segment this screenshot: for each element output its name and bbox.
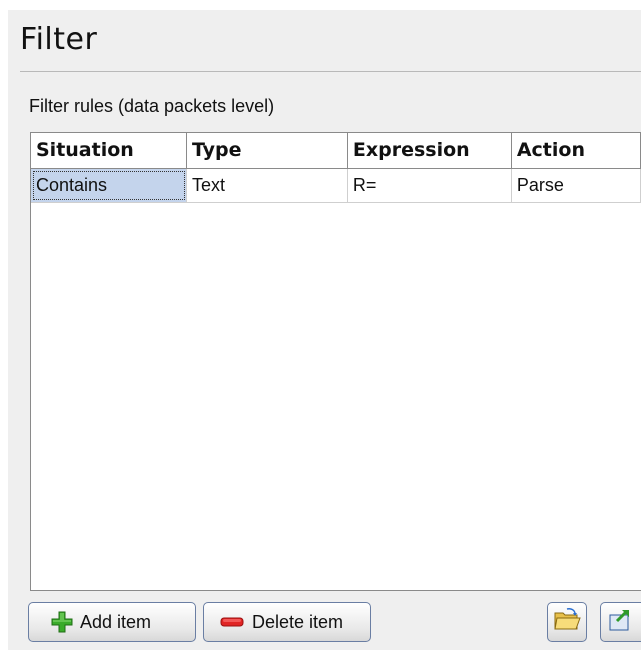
delete-item-label: Delete item (252, 611, 344, 632)
filter-rules-grid[interactable]: Situation Type Expression Action Contain… (30, 132, 641, 591)
filter-rules-label: Filter rules (data packets level) (29, 96, 275, 116)
export-icon (607, 607, 635, 637)
delete-item-button[interactable]: Delete item (203, 602, 371, 642)
add-item-label: Add item (80, 611, 152, 632)
plus-icon (50, 610, 74, 634)
cell-expression[interactable]: R= (348, 169, 512, 202)
column-header-type[interactable]: Type (187, 133, 348, 168)
minus-icon (220, 610, 244, 634)
cell-type[interactable]: Text (187, 169, 348, 202)
cell-action[interactable]: Parse (512, 169, 641, 202)
export-button[interactable] (600, 602, 641, 642)
cell-situation[interactable]: Contains (31, 169, 187, 202)
column-header-expression[interactable]: Expression (348, 133, 512, 168)
table-row[interactable]: Contains Text R= Parse (31, 169, 641, 203)
page-title: Filter (20, 22, 98, 57)
column-header-situation[interactable]: Situation (31, 133, 187, 168)
open-folder-icon (553, 607, 581, 637)
add-item-button[interactable]: Add item (28, 602, 196, 642)
column-header-action[interactable]: Action (512, 133, 641, 168)
title-divider (20, 71, 641, 72)
grid-header: Situation Type Expression Action (31, 133, 641, 169)
open-button[interactable] (547, 602, 587, 642)
